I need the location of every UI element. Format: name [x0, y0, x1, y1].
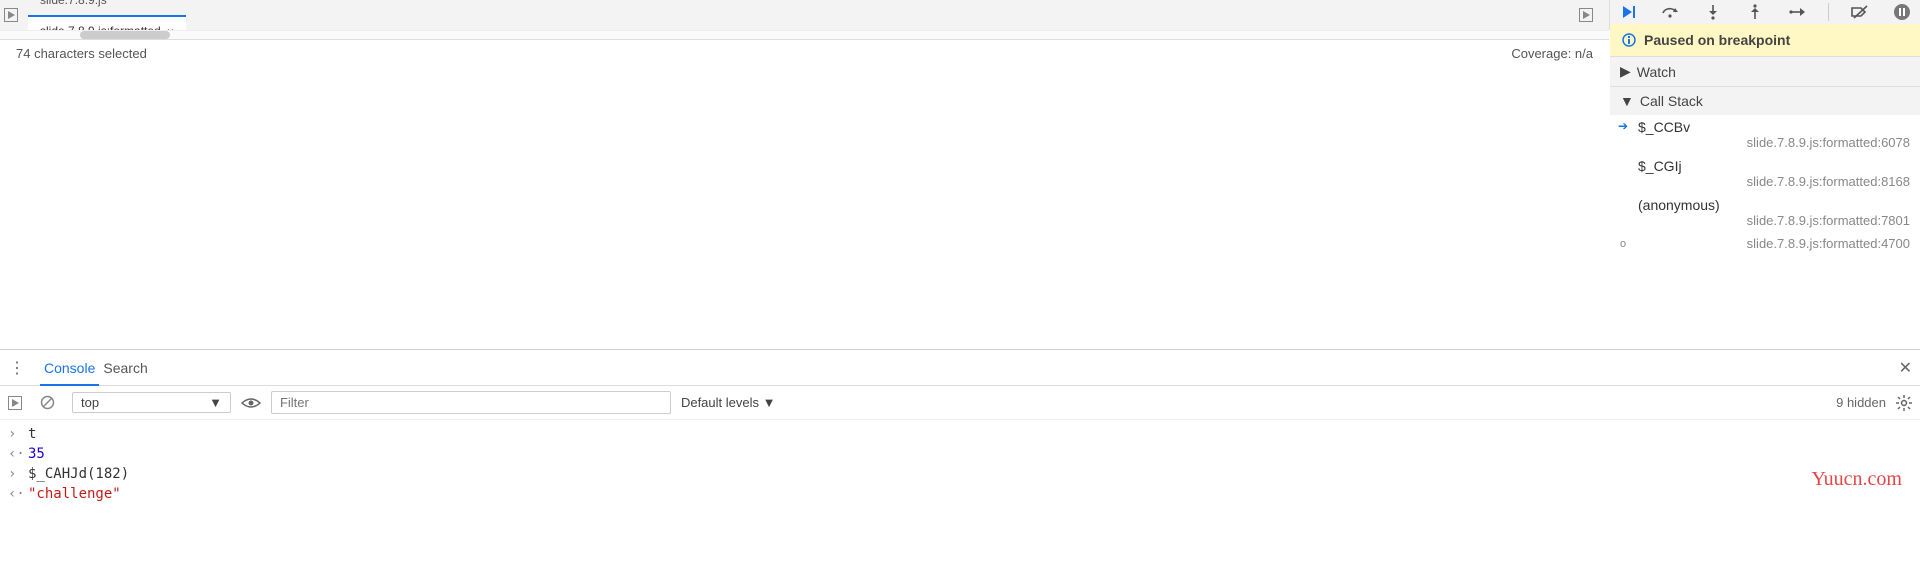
selection-status: 74 characters selected: [16, 46, 147, 61]
step-out-button[interactable]: [1743, 0, 1767, 24]
callstack-section-header[interactable]: ▼Call Stack: [1610, 87, 1920, 115]
context-selector[interactable]: top▼: [72, 392, 231, 413]
chevron-down-icon: ▼: [209, 395, 222, 410]
debugger-toolbar: [1610, 0, 1920, 24]
paused-banner: Paused on breakpoint: [1610, 24, 1920, 56]
drawer-tab[interactable]: Console: [40, 352, 99, 386]
callstack-frame[interactable]: $_CGIjslide.7.8.9.js:formatted:8168: [1610, 154, 1920, 193]
console-filterbar: top▼ Default levels ▼ 9 hidden: [0, 386, 1920, 420]
deactivate-breakpoints-button[interactable]: [1848, 0, 1872, 24]
chevron-down-icon: ▼: [1620, 93, 1634, 109]
pause-exceptions-button[interactable]: [1890, 0, 1914, 24]
editor-tabbar: slide.7.8.9.jsslide.7.8.9.js:formatted×: [0, 0, 1609, 30]
console-row[interactable]: ‹·35: [8, 444, 1912, 464]
horizontal-scrollbar[interactable]: [0, 30, 1609, 39]
console-row[interactable]: ‹·"challenge": [8, 484, 1912, 504]
live-expression-icon[interactable]: [241, 397, 261, 409]
console-row[interactable]: ›t: [8, 424, 1912, 444]
callstack-frame[interactable]: (anonymous)slide.7.8.9.js:formatted:7801: [1610, 193, 1920, 232]
watermark: Yuucn.com: [1811, 468, 1902, 491]
clear-console-icon[interactable]: [40, 395, 62, 410]
resume-button[interactable]: [1616, 0, 1640, 24]
drawer-tabbar: ⋮ ConsoleSearch ✕: [0, 350, 1920, 386]
console-settings-icon[interactable]: [1896, 395, 1912, 411]
chevron-down-icon: ▼: [763, 395, 776, 410]
run-snippet-icon[interactable]: [1579, 8, 1605, 22]
step-over-button[interactable]: [1658, 0, 1682, 24]
coverage-status: Coverage: n/a: [1511, 46, 1593, 61]
play-frame-icon[interactable]: [4, 8, 28, 22]
console-output[interactable]: ›t‹·35›$_CAHJd(182)‹·"challenge": [0, 420, 1920, 508]
callstack-frame[interactable]: oslide.7.8.9.js:formatted:4700: [1610, 232, 1920, 255]
info-icon: [1622, 33, 1636, 47]
watch-section-header[interactable]: ▶Watch: [1610, 57, 1920, 86]
drawer-close-icon[interactable]: ✕: [1899, 358, 1912, 378]
editor-statusbar: 74 characters selected Coverage: n/a: [0, 39, 1609, 67]
console-filter-input[interactable]: [271, 391, 671, 414]
step-into-button[interactable]: [1701, 0, 1725, 24]
drawer-tab[interactable]: Search: [99, 352, 151, 384]
editor-tab[interactable]: slide.7.8.9.js: [28, 0, 186, 15]
chevron-right-icon: ▶: [1620, 63, 1631, 80]
drawer-menu-icon[interactable]: ⋮: [8, 358, 26, 378]
console-row[interactable]: ›$_CAHJd(182): [8, 464, 1912, 484]
hidden-count[interactable]: 9 hidden: [1836, 395, 1886, 410]
log-levels-selector[interactable]: Default levels ▼: [681, 395, 776, 410]
callstack-frame[interactable]: $_CCBvslide.7.8.9.js:formatted:6078: [1610, 115, 1920, 154]
step-button[interactable]: [1786, 0, 1810, 24]
console-sidebar-toggle-icon[interactable]: [8, 396, 30, 410]
